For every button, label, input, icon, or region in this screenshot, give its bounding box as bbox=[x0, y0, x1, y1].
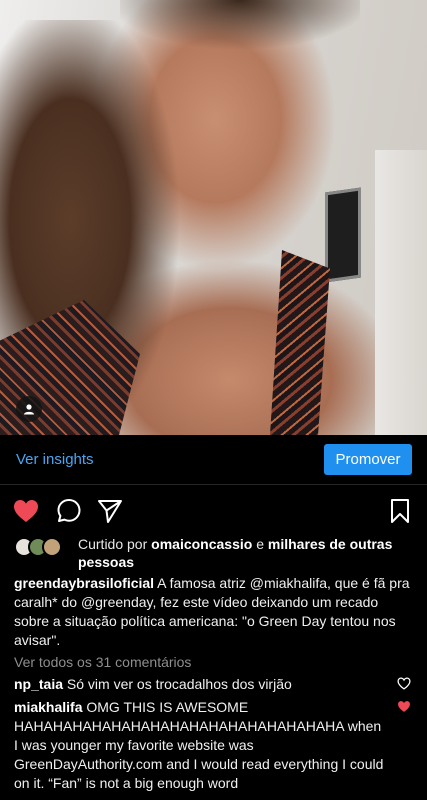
photo-background-door bbox=[375, 150, 427, 435]
liker-username[interactable]: omaiconcassio bbox=[151, 536, 252, 552]
liker-avatars bbox=[14, 537, 70, 559]
photo-background-frame bbox=[325, 187, 361, 283]
likes-connector: e bbox=[256, 536, 264, 552]
comment-username[interactable]: np_taia bbox=[14, 676, 63, 692]
likes-text: Curtido por omaiconcassio e milhares de … bbox=[78, 535, 414, 571]
heart-filled-icon[interactable] bbox=[397, 700, 411, 714]
bookmark-icon[interactable] bbox=[386, 497, 414, 525]
avatar bbox=[42, 537, 62, 557]
post-caption: greendaybrasiloficial A famosa atriz @mi… bbox=[14, 574, 414, 650]
caption-text: A famosa atriz bbox=[154, 575, 250, 591]
post-photo[interactable] bbox=[0, 0, 427, 435]
heart-outline-icon[interactable] bbox=[397, 677, 411, 691]
view-all-comments-link[interactable]: Ver todos os 31 comentários bbox=[14, 654, 191, 670]
comment-username[interactable]: miakhalifa bbox=[14, 699, 82, 715]
insights-bar: Ver insights Promover bbox=[0, 435, 427, 485]
tagged-user-icon[interactable] bbox=[16, 396, 42, 422]
comment-item: miakhalifa OMG THIS IS AWESOME HAHAHAHAH… bbox=[14, 698, 384, 793]
post-actions bbox=[0, 493, 427, 527]
comment-text: Só vim ver os trocadalhos dos virjão bbox=[66, 676, 292, 692]
comment-icon[interactable] bbox=[55, 497, 83, 525]
caption-mention[interactable]: @miakhalifa bbox=[250, 575, 327, 591]
comment-item: np_taia Só vim ver os trocadalhos dos vi… bbox=[14, 675, 384, 694]
photo-dress-right bbox=[270, 250, 330, 435]
caption-mention[interactable]: @greenday bbox=[81, 594, 153, 610]
send-icon[interactable] bbox=[96, 497, 124, 525]
likes-summary[interactable]: Curtido por omaiconcassio e milhares de … bbox=[14, 535, 414, 571]
promote-button[interactable]: Promover bbox=[324, 444, 412, 475]
view-insights-link[interactable]: Ver insights bbox=[16, 451, 94, 468]
likes-prefix: Curtido por bbox=[78, 536, 148, 552]
photo-hair-top bbox=[120, 0, 360, 60]
caption-author[interactable]: greendaybrasiloficial bbox=[14, 575, 154, 591]
heart-filled-icon[interactable] bbox=[12, 497, 40, 525]
